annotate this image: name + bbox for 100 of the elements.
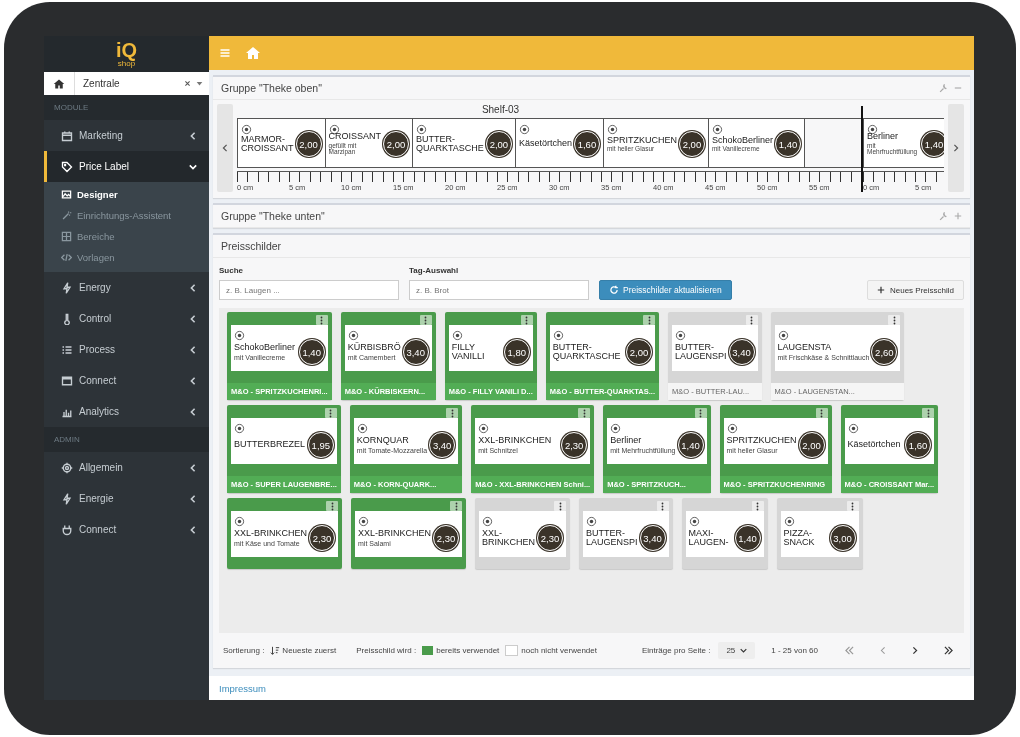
bakery-logo-icon (606, 124, 618, 135)
product-name: LAUGENSTA (777, 343, 833, 353)
sidebar-item[interactable]: Price Label (44, 151, 209, 182)
product-name: KORNQUAR (356, 436, 410, 446)
more-button[interactable] (846, 501, 859, 511)
more-button[interactable] (446, 408, 459, 418)
sidebar-item[interactable]: Connect (44, 514, 209, 545)
bakery-logo-icon (586, 516, 598, 527)
search-field[interactable]: z. B. Laugen ... (219, 280, 399, 300)
unused-swatch (505, 645, 519, 656)
used-swatch (422, 646, 434, 655)
price-badge: 1,40 (734, 525, 761, 551)
impressum-link[interactable]: Impressum (219, 682, 266, 694)
logo: iQ shop (44, 36, 209, 72)
wrench-icon[interactable] (939, 83, 948, 93)
price-badge: 1,80 (503, 339, 530, 365)
more-button[interactable] (554, 501, 567, 511)
first-page-icon[interactable] (844, 646, 855, 655)
more-button[interactable] (520, 315, 533, 325)
price-badge: 1,40 (298, 339, 325, 365)
sidebar-item[interactable]: Connect (44, 365, 209, 396)
section-header: ADMIN (44, 427, 209, 452)
more-button[interactable] (324, 408, 337, 418)
product-name: FILLY VANILLI (451, 342, 486, 362)
price-badge: 3,00 (829, 525, 856, 551)
sidebar-item[interactable]: Marketing (44, 120, 209, 151)
new-pricetag-button[interactable]: Neues Preisschild (866, 280, 964, 300)
sidebar-item[interactable]: Analytics (44, 396, 209, 427)
pricetag-card[interactable]: MAXI- LAUGEN- 1,40 (681, 498, 768, 569)
bakery-logo-icon (234, 516, 245, 527)
per-page-select[interactable]: 25 (718, 642, 756, 659)
bakery-logo-icon (451, 330, 463, 341)
legend-text: noch nicht verwendet (521, 646, 597, 655)
sort-dropdown[interactable]: Neueste zuerst (270, 645, 337, 656)
price-badge: 2,30 (561, 432, 588, 458)
chevron-left-icon (221, 144, 229, 152)
bakery-logo-icon (416, 124, 428, 135)
last-page-icon[interactable] (943, 646, 954, 655)
more-button[interactable] (694, 408, 707, 418)
more-button[interactable] (315, 315, 328, 325)
more-button[interactable] (888, 315, 901, 325)
price-badge: 2,30 (433, 525, 460, 551)
expand-icon[interactable] (954, 212, 962, 220)
more-button[interactable] (751, 501, 764, 511)
sidebar-item[interactable]: Control (44, 303, 209, 334)
dropdown-caret-icon[interactable] (196, 80, 203, 87)
plus-icon (876, 286, 885, 294)
thermometer-icon (61, 312, 73, 325)
bakery-logo-icon (777, 330, 789, 341)
bakery-logo-icon (234, 330, 245, 341)
panel-title: Gruppe "Theke oben" (221, 82, 322, 94)
tag-field[interactable]: z. B. Brot (409, 280, 589, 300)
sidebar-item[interactable]: Energy (44, 272, 209, 303)
more-button[interactable] (922, 408, 935, 418)
home-icon[interactable] (245, 45, 261, 61)
product-name: Käsetörtchen (847, 440, 902, 450)
field-label: Tag-Auswahl (409, 266, 460, 275)
legend-text: bereits verwendet (436, 646, 500, 655)
product-name: MAXI- LAUGEN- (688, 528, 730, 548)
next-page-icon[interactable] (911, 646, 919, 655)
price-badge: 3,40 (639, 525, 666, 551)
kebab-icon (661, 501, 665, 511)
more-button[interactable] (419, 315, 432, 325)
sidebar-item[interactable]: Process (44, 334, 209, 365)
price-label[interactable]: Käsetörtchen 1,60 (515, 119, 604, 167)
bolt-icon (61, 281, 73, 294)
more-button[interactable] (656, 501, 669, 511)
sidebar-item[interactable]: Energie (44, 483, 209, 514)
price-badge: 2,30 (309, 525, 335, 551)
pricetag-card[interactable]: PIZZA- SNACK 3,00 (776, 498, 863, 569)
kebab-icon (851, 501, 855, 511)
product-name: BUTTERBREZEL (234, 440, 306, 450)
more-button[interactable] (643, 315, 655, 325)
chevron-right-icon (952, 144, 960, 152)
gear-icon (61, 461, 73, 474)
more-button[interactable] (326, 501, 338, 511)
product-name: CROISSANT (328, 132, 382, 142)
kebab-icon (329, 408, 333, 418)
chevron-left-icon (189, 494, 197, 503)
more-button[interactable] (745, 315, 758, 325)
chevron-left-icon (189, 283, 197, 292)
bakery-logo-icon (356, 423, 368, 434)
more-button[interactable] (450, 501, 463, 511)
sidebar-item[interactable]: Allgemein (44, 452, 209, 483)
calendar-icon (61, 129, 73, 142)
refresh-button[interactable]: Preisschilder aktualisieren (599, 280, 732, 300)
more-button[interactable] (815, 408, 828, 418)
more-button[interactable] (578, 408, 591, 418)
kebab-icon (558, 501, 562, 511)
product-name: XXL-BRINKCHEN (234, 529, 307, 539)
sidebar-subitem[interactable]: Designer (44, 184, 209, 205)
bakery-logo-icon (358, 516, 369, 527)
chevron-left-icon (189, 463, 197, 472)
wrench-icon[interactable] (939, 211, 948, 221)
product-name: MARMOR- CROISSANT (241, 134, 294, 154)
clear-icon[interactable] (184, 80, 191, 87)
bakery-logo-icon (234, 423, 245, 434)
menu-icon[interactable] (219, 47, 231, 59)
product-name: Berliner (610, 436, 643, 446)
previous-page-icon[interactable] (879, 646, 887, 655)
